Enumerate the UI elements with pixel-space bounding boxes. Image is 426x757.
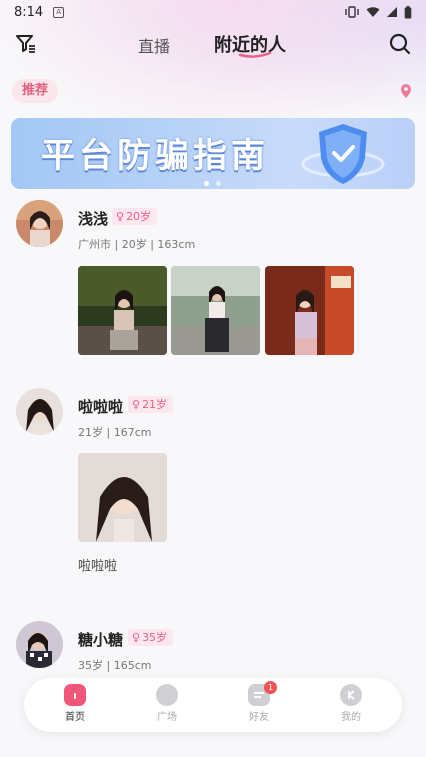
- home-icon: [64, 684, 86, 706]
- tab-live[interactable]: 直播: [138, 33, 170, 57]
- banner-dot: [216, 181, 221, 186]
- avatar[interactable]: [16, 388, 63, 435]
- user-name: 浅浅: [78, 210, 109, 228]
- avatar[interactable]: [16, 621, 63, 668]
- user-photo[interactable]: [171, 266, 260, 355]
- tab-label: 广场: [157, 712, 177, 723]
- tab-label: 首页: [65, 712, 85, 723]
- user-photo[interactable]: [265, 266, 354, 355]
- tab-home[interactable]: 首页: [50, 684, 100, 723]
- status-time: 8:14: [14, 4, 44, 20]
- friends-badge: 1: [264, 681, 277, 694]
- vibrate-icon: [345, 6, 359, 18]
- banner-pagination: [204, 181, 221, 186]
- user-name: 啦啦啦: [78, 398, 124, 416]
- tab-friends[interactable]: 1 好友: [234, 681, 284, 723]
- search-icon[interactable]: [388, 32, 412, 56]
- banner-title: 平台防骗指南: [41, 136, 269, 176]
- female-icon: ♀: [132, 631, 141, 644]
- age-text: 20岁: [126, 210, 152, 223]
- female-icon: ♀: [132, 398, 141, 411]
- location-icon[interactable]: [400, 84, 412, 98]
- user-photo[interactable]: [78, 453, 167, 542]
- user-meta: 21岁 | 167cm: [78, 426, 152, 439]
- battery-icon: [404, 5, 412, 18]
- user-name: 糖小糖: [78, 631, 124, 649]
- profile-icon: [340, 684, 362, 706]
- top-nav: 直播 附近的人: [0, 24, 426, 64]
- shield-icon: [301, 124, 385, 184]
- tab-label: 我的: [341, 712, 361, 723]
- bottom-tab-bar: 首页 广场 1 好友 我的: [24, 678, 402, 732]
- anti-fraud-banner[interactable]: 平台防骗指南: [11, 118, 415, 189]
- status-icons: [344, 5, 412, 19]
- user-meta: 广州市 | 20岁 | 163cm: [78, 238, 196, 251]
- age-text: 35岁: [142, 631, 168, 644]
- notification-icon: A: [53, 6, 65, 18]
- tab-label: 好友: [249, 712, 269, 723]
- age-badge: ♀ 35岁: [128, 629, 174, 646]
- signal-icon: [387, 7, 397, 17]
- banner-dot: [204, 181, 209, 186]
- user-caption: 啦啦啦: [78, 559, 118, 574]
- female-icon: ♀: [116, 210, 125, 223]
- recommend-tag[interactable]: 推荐: [12, 79, 58, 103]
- wifi-icon: [366, 7, 380, 17]
- plaza-icon: [156, 684, 178, 706]
- active-tab-indicator: [238, 51, 272, 58]
- age-text: 21岁: [142, 398, 168, 411]
- filter-icon[interactable]: [14, 32, 38, 56]
- avatar[interactable]: [16, 200, 63, 247]
- age-badge: ♀ 21岁: [128, 396, 174, 413]
- tab-profile[interactable]: 我的: [326, 684, 376, 723]
- age-badge: ♀ 20岁: [112, 208, 158, 225]
- user-meta: 35岁 | 165cm: [78, 659, 152, 672]
- status-bar: 8:14 A: [0, 0, 426, 24]
- user-photo[interactable]: [78, 266, 167, 355]
- tab-plaza[interactable]: 广场: [142, 684, 192, 723]
